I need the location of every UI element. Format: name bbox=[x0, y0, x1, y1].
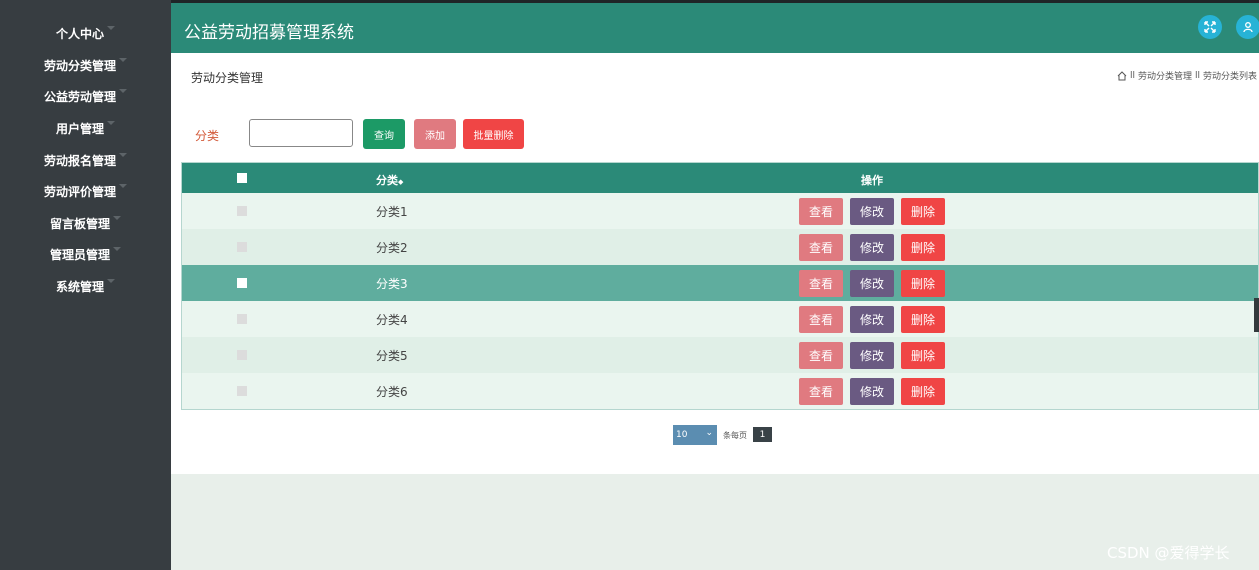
page-size-select[interactable]: 10 ⌄ bbox=[673, 425, 717, 445]
delete-button[interactable]: 删除 bbox=[901, 198, 945, 225]
chevron-down-icon bbox=[113, 216, 121, 220]
row-checkbox[interactable] bbox=[237, 314, 247, 324]
add-button[interactable]: 添加 bbox=[414, 119, 456, 149]
app-title: 公益劳动招募管理系统 bbox=[184, 23, 354, 43]
chevron-down-icon bbox=[113, 247, 121, 251]
sidebar-item-message-board[interactable]: 留言板管理 bbox=[0, 208, 171, 238]
table-row: 分类6 查看 修改 删除 bbox=[182, 373, 1258, 409]
breadcrumb-item[interactable]: 劳动分类管理 bbox=[1138, 69, 1192, 82]
sidebar-item-label: 用户管理 bbox=[55, 121, 104, 136]
user-icon bbox=[1243, 22, 1253, 33]
breadcrumb-separator: ll bbox=[1129, 70, 1135, 81]
chevron-down-icon bbox=[107, 26, 115, 30]
edit-button[interactable]: 修改 bbox=[850, 342, 894, 369]
main-content: 劳动分类管理 ll 劳动分类管理 ll 劳动分类列表 分类 查询 添加 批量删除… bbox=[171, 53, 1259, 474]
sidebar-item-label: 留言板管理 bbox=[49, 216, 110, 231]
table-row: 分类4 查看 修改 删除 bbox=[182, 301, 1258, 337]
scrollbar-handle[interactable] bbox=[1254, 298, 1259, 332]
delete-button[interactable]: 删除 bbox=[901, 306, 945, 333]
search-label: 分类 bbox=[195, 129, 220, 143]
table-row: 分类1 查看 修改 删除 bbox=[182, 193, 1258, 229]
chevron-down-icon: ⌄ bbox=[705, 428, 713, 438]
user-button[interactable] bbox=[1236, 15, 1259, 39]
sidebar-item-label: 个人中心 bbox=[55, 26, 104, 41]
column-header-actions: 操作 bbox=[861, 174, 883, 187]
delete-button[interactable]: 删除 bbox=[901, 234, 945, 261]
row-checkbox[interactable] bbox=[237, 278, 247, 288]
edit-button[interactable]: 修改 bbox=[850, 378, 894, 405]
delete-button[interactable]: 删除 bbox=[901, 342, 945, 369]
page-size-value: 10 bbox=[676, 430, 688, 440]
sidebar-item-label: 管理员管理 bbox=[49, 247, 110, 262]
sidebar-item-users[interactable]: 用户管理 bbox=[0, 113, 171, 143]
page-title: 劳动分类管理 bbox=[191, 71, 264, 85]
chevron-down-icon bbox=[119, 58, 127, 62]
view-button[interactable]: 查看 bbox=[799, 234, 843, 261]
page-number-button[interactable]: 1 bbox=[753, 427, 772, 442]
home-icon[interactable] bbox=[1117, 70, 1127, 81]
sidebar-item-label: 系统管理 bbox=[55, 279, 104, 294]
row-checkbox[interactable] bbox=[237, 206, 247, 216]
row-category-name: 分类2 bbox=[376, 241, 408, 255]
row-category-name: 分类3 bbox=[376, 277, 408, 291]
view-button[interactable]: 查看 bbox=[799, 198, 843, 225]
row-category-name: 分类6 bbox=[376, 385, 408, 399]
column-name-label: 分类 bbox=[376, 174, 398, 187]
sidebar-item-personal-center[interactable]: 个人中心 bbox=[0, 18, 171, 48]
edit-button[interactable]: 修改 bbox=[850, 270, 894, 297]
table-row: 分类2 查看 修改 删除 bbox=[182, 229, 1258, 265]
sidebar-item-label: 公益劳动管理 bbox=[43, 89, 116, 104]
table-row: 分类3 查看 修改 删除 bbox=[182, 265, 1258, 301]
fullscreen-icon bbox=[1204, 21, 1216, 33]
sidebar: 个人中心 劳动分类管理 公益劳动管理 用户管理 劳动报名管理 劳动评价管理 留言… bbox=[0, 0, 171, 570]
delete-button[interactable]: 删除 bbox=[901, 378, 945, 405]
fullscreen-button[interactable] bbox=[1198, 15, 1222, 39]
select-all-checkbox[interactable] bbox=[237, 173, 247, 183]
row-checkbox[interactable] bbox=[237, 386, 247, 396]
row-category-name: 分类4 bbox=[376, 313, 408, 327]
table-row: 分类5 查看 修改 删除 bbox=[182, 337, 1258, 373]
sidebar-item-public-labor[interactable]: 公益劳动管理 bbox=[0, 81, 171, 111]
chevron-down-icon bbox=[107, 279, 115, 283]
chevron-down-icon bbox=[119, 89, 127, 93]
view-button[interactable]: 查看 bbox=[799, 270, 843, 297]
breadcrumb: ll 劳动分类管理 ll 劳动分类列表 bbox=[1117, 69, 1257, 82]
sidebar-item-label: 劳动评价管理 bbox=[43, 184, 116, 199]
chevron-down-icon bbox=[119, 153, 127, 157]
sidebar-item-labor-category[interactable]: 劳动分类管理 bbox=[0, 50, 171, 80]
sidebar-item-system[interactable]: 系统管理 bbox=[0, 271, 171, 301]
edit-button[interactable]: 修改 bbox=[850, 234, 894, 261]
row-checkbox[interactable] bbox=[237, 350, 247, 360]
breadcrumb-item: 劳动分类列表 bbox=[1202, 72, 1257, 82]
row-category-name: 分类5 bbox=[376, 349, 408, 363]
row-checkbox[interactable] bbox=[237, 242, 247, 252]
category-table: 分类◆ 操作 分类1 查看 修改 删除 分类2 查看 修改 删除 分类3 查看 … bbox=[181, 162, 1259, 410]
edit-button[interactable]: 修改 bbox=[850, 306, 894, 333]
sidebar-item-admins[interactable]: 管理员管理 bbox=[0, 239, 171, 269]
view-button[interactable]: 查看 bbox=[799, 306, 843, 333]
view-button[interactable]: 查看 bbox=[799, 342, 843, 369]
sidebar-item-registration[interactable]: 劳动报名管理 bbox=[0, 145, 171, 175]
chevron-down-icon bbox=[119, 184, 127, 188]
sidebar-item-label: 劳动报名管理 bbox=[43, 153, 116, 168]
row-category-name: 分类1 bbox=[376, 205, 408, 219]
edit-button[interactable]: 修改 bbox=[850, 198, 894, 225]
view-button[interactable]: 查看 bbox=[799, 378, 843, 405]
sidebar-item-evaluation[interactable]: 劳动评价管理 bbox=[0, 176, 171, 206]
delete-button[interactable]: 删除 bbox=[901, 270, 945, 297]
sidebar-item-label: 劳动分类管理 bbox=[43, 58, 116, 73]
category-search-input[interactable] bbox=[249, 119, 353, 147]
breadcrumb-separator: ll bbox=[1194, 70, 1200, 81]
top-header: 公益劳动招募管理系统 bbox=[171, 0, 1259, 53]
chevron-down-icon bbox=[107, 121, 115, 125]
sort-icon: ◆ bbox=[398, 178, 404, 186]
watermark: CSDN @爱得学长 bbox=[1107, 544, 1230, 562]
per-page-label: 条每页 bbox=[723, 431, 747, 440]
table-header: 分类◆ 操作 bbox=[182, 163, 1258, 193]
query-button[interactable]: 查询 bbox=[363, 119, 405, 149]
column-header-name[interactable]: 分类◆ bbox=[376, 172, 403, 188]
batch-delete-button[interactable]: 批量删除 bbox=[463, 119, 524, 149]
